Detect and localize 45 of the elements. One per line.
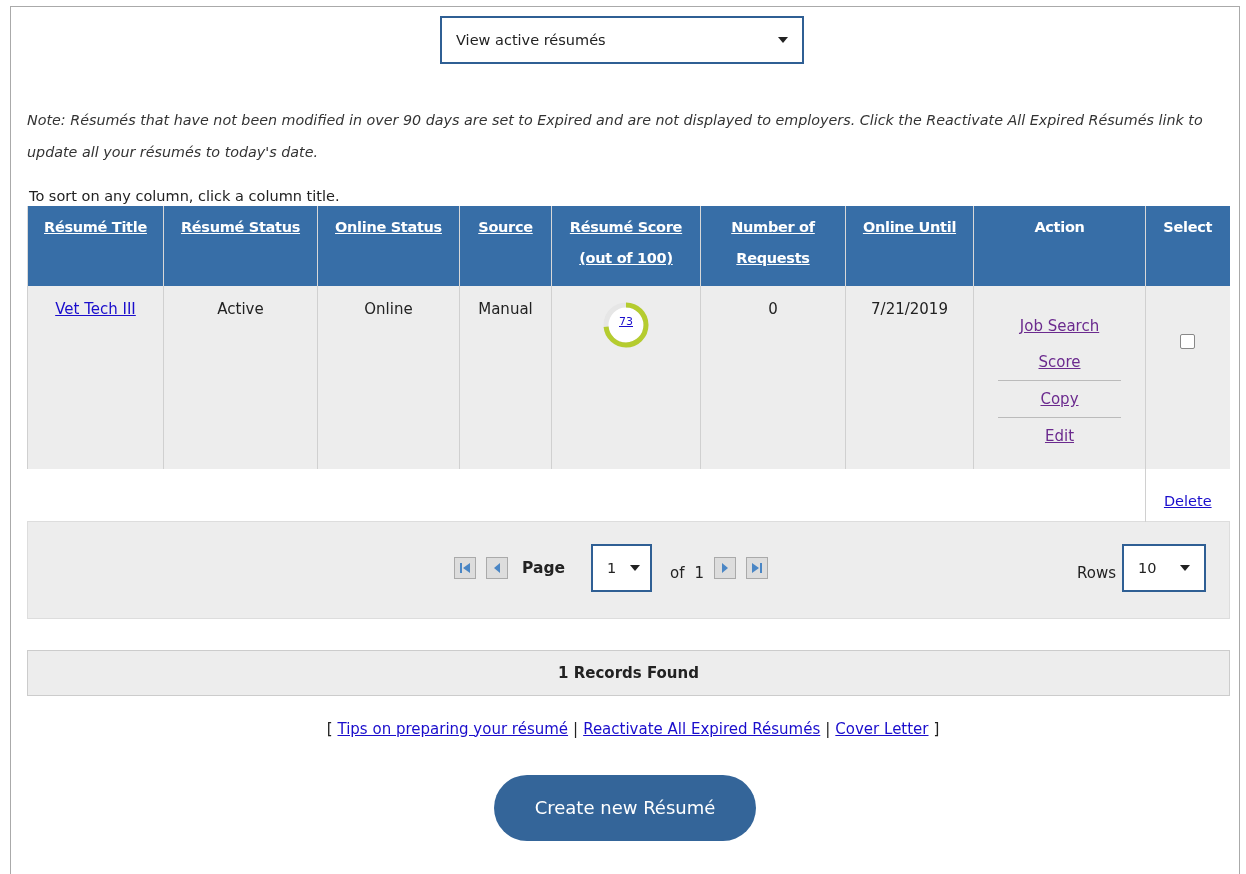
create-resume-button[interactable]: Create new Résumé [494,774,756,841]
page-total: 1 [694,563,705,582]
action-link[interactable]: Edit [1044,427,1075,445]
caret-icon [1180,564,1190,571]
column-header: Action [973,206,1146,286]
previous-page-icon[interactable] [486,556,508,579]
resume-title-link[interactable]: Vet Tech III [55,300,136,318]
caret-icon [630,564,640,571]
delete-link[interactable]: Delete [1163,492,1212,509]
column-header[interactable]: Online Until [845,206,974,286]
caret-icon [778,37,788,43]
column-header[interactable]: Résumé Status [163,206,318,286]
table-cell: Active [163,286,318,469]
footer-link[interactable]: Tips on preparing your résumé [337,719,569,738]
page-select[interactable]: 1 [591,543,652,592]
select-checkbox[interactable] [1180,334,1196,349]
footer-link[interactable]: Cover Letter [835,719,929,738]
bracket-text: ] [933,719,940,738]
first-page-icon[interactable] [454,556,476,579]
bracket-text: [ [326,719,333,738]
last-page-icon[interactable] [746,556,769,579]
table-cell: 0 [700,286,846,469]
page-label: Page [522,558,565,577]
column-header[interactable]: Résumé Score (out of 100) [551,206,701,286]
footer-link[interactable]: Reactivate All Expired Résumés [583,719,821,738]
note-text: Note: Résumés that have not been modified in over 90 days are set to Expired and are not displayed to employers. Click the Reactivate All Expired Résumés link to update all your résumés to today's date. [27,111,1204,162]
column-header[interactable]: Résumé Title [27,206,164,286]
column-header[interactable]: Number of Requests [700,206,846,286]
column-header[interactable]: Online Status [317,206,460,286]
sort-hint: To sort on any column, click a column title. [29,187,341,206]
rows-select[interactable]: 10 [1122,543,1206,592]
table-cell: Manual [459,286,552,469]
records-count: 1 Records Found [27,649,1230,696]
column-header[interactable]: Source [459,206,552,286]
table-cell: 7/21/2019 [845,286,974,469]
rows-label: Rows [1077,563,1116,582]
action-link[interactable]: Job Search Score [1011,308,1108,380]
separator-text: | [573,719,579,738]
view-select[interactable]: View active résumés [440,16,804,64]
table-cell: Online [317,286,460,469]
column-header[interactable]: Select [1145,206,1230,286]
action-link[interactable]: Copy [1040,390,1079,408]
of-label: of [670,563,685,582]
separator-text: | [825,719,831,738]
next-page-icon[interactable] [714,556,737,579]
